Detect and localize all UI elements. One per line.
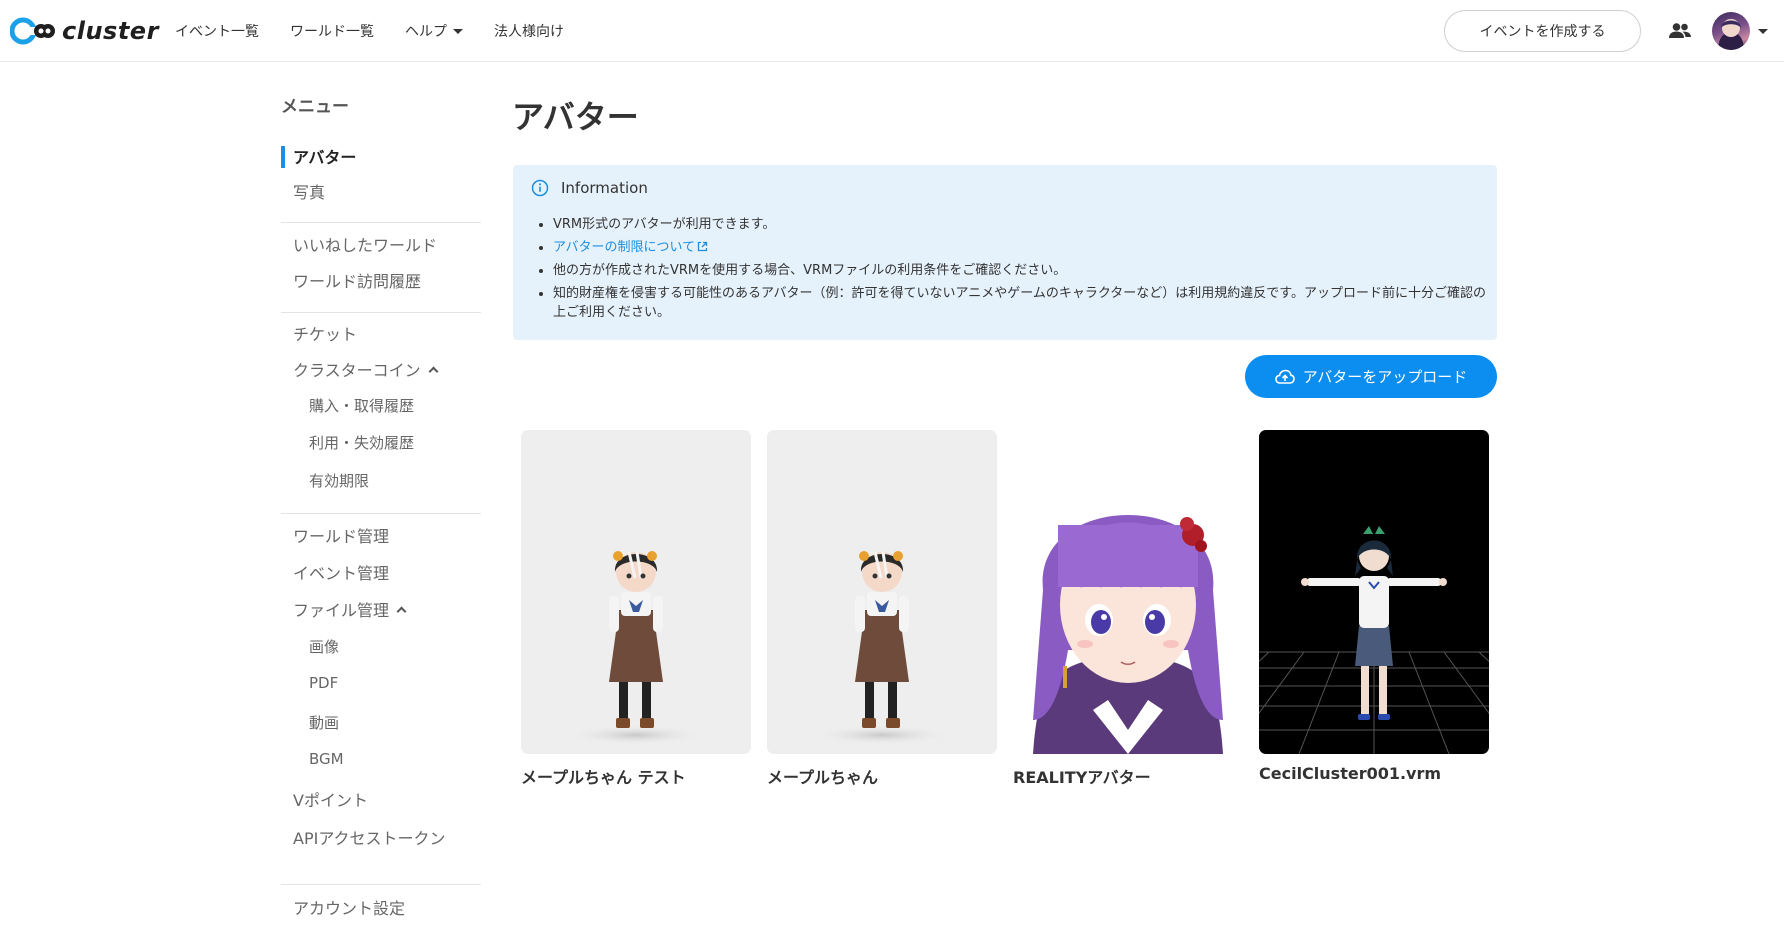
- sidebar-divider: [281, 222, 481, 223]
- sidebar-item-liked-worlds[interactable]: いいねしたワールド: [293, 232, 437, 256]
- nav-help-label: ヘルプ: [405, 24, 447, 40]
- upload-avatar-button[interactable]: アバターをアップロード: [1245, 355, 1497, 398]
- info-header: Information: [531, 179, 648, 197]
- nav-help[interactable]: ヘルプ: [405, 21, 463, 41]
- sidebar-item-cluster-coin-label: クラスターコイン: [293, 361, 421, 380]
- sidebar-item-photos[interactable]: 写真: [293, 179, 325, 203]
- user-avatar[interactable]: [1712, 12, 1750, 50]
- external-link-icon: [697, 241, 708, 252]
- cluster-logo[interactable]: cluster: [10, 14, 159, 48]
- info-list: VRM形式のアバターが利用できます。 アバターの制限について 他の方が作成された…: [537, 215, 1487, 326]
- cloud-upload-icon: [1274, 369, 1295, 384]
- sidebar-item-world-history[interactable]: ワールド訪問履歴: [293, 268, 421, 292]
- create-event-button[interactable]: イベントを作成する: [1444, 10, 1641, 52]
- sidebar-item-vpoint[interactable]: Vポイント: [293, 787, 368, 811]
- info-icon: [531, 179, 549, 197]
- info-item: アバターの制限について: [537, 238, 1487, 257]
- info-item: VRM形式のアバターが利用できます。: [537, 215, 1487, 234]
- maple-avatar-figure-icon: [812, 551, 952, 745]
- nav-business[interactable]: 法人様向け: [494, 21, 564, 41]
- sidebar-item-account-settings[interactable]: アカウント設定: [293, 895, 405, 919]
- sidebar-item-expiration[interactable]: 有効期限: [309, 470, 369, 491]
- info-box: Information VRM形式のアバターが利用できます。 アバターの制限につ…: [513, 165, 1497, 340]
- top-header: cluster イベント一覧 ワールド一覧 ヘルプ 法人様向け イベントを作成す…: [0, 0, 1784, 62]
- avatar-card[interactable]: メープルちゃん: [767, 430, 997, 788]
- cluster-logo-icon: [10, 17, 55, 45]
- info-item: 他の方が作成されたVRMを使用する場合、VRMファイルの利用条件をご確認ください…: [537, 261, 1487, 280]
- avatar-thumbnail[interactable]: [1013, 430, 1243, 754]
- reality-avatar-portrait-icon: [1033, 515, 1223, 754]
- avatar-face-icon: [1718, 19, 1744, 50]
- sidebar-item-bgm[interactable]: BGM: [309, 750, 344, 768]
- avatar-thumbnail[interactable]: [767, 430, 997, 754]
- sidebar-item-images[interactable]: 画像: [309, 636, 339, 657]
- avatar-thumbnail[interactable]: [521, 430, 751, 754]
- chevron-up-icon: [428, 366, 439, 376]
- chevron-up-icon: [396, 606, 407, 616]
- sidebar-item-videos[interactable]: 動画: [309, 712, 339, 733]
- avatar-caret-icon[interactable]: [1758, 29, 1768, 34]
- avatar-card[interactable]: REALITYアバター: [1013, 430, 1243, 788]
- sidebar-item-purchase-history[interactable]: 購入・取得履歴: [309, 395, 414, 416]
- active-indicator: [281, 146, 285, 168]
- sidebar-divider: [281, 312, 481, 313]
- info-item: 知的財産権を侵害する可能性のあるアバター（例：許可を得ていないアニメやゲームのキ…: [537, 284, 1487, 322]
- sidebar-item-cluster-coin[interactable]: クラスターコイン: [293, 357, 439, 381]
- logo-text: cluster: [62, 17, 159, 45]
- sidebar-item-event-management[interactable]: イベント管理: [293, 560, 389, 584]
- sidebar-divider: [281, 513, 481, 514]
- sidebar-item-pdf[interactable]: PDF: [309, 674, 338, 692]
- avatar-card[interactable]: メープルちゃん テスト: [521, 430, 751, 788]
- sidebar-divider: [281, 884, 481, 885]
- info-heading: Information: [561, 179, 648, 197]
- sidebar-item-tickets[interactable]: チケット: [293, 321, 357, 345]
- caret-down-icon: [453, 28, 463, 34]
- nav-world-list[interactable]: ワールド一覧: [290, 21, 374, 41]
- nav-event-list[interactable]: イベント一覧: [175, 21, 259, 41]
- avatar-name: CecilCluster001.vrm: [1259, 764, 1442, 783]
- sidebar-item-api-token[interactable]: APIアクセストークン: [293, 825, 446, 849]
- avatar-thumbnail[interactable]: [1259, 430, 1489, 754]
- main-nav: イベント一覧 ワールド一覧 ヘルプ 法人様向け: [175, 0, 595, 62]
- avatar-restrictions-link[interactable]: アバターの制限について: [553, 240, 695, 255]
- menu-heading: メニュー: [281, 97, 349, 117]
- maple-avatar-figure-icon: [566, 551, 706, 745]
- friends-icon[interactable]: [1668, 21, 1692, 41]
- avatar-card[interactable]: CecilCluster001.vrm: [1259, 430, 1489, 783]
- page-title: アバター: [512, 98, 639, 136]
- avatar-name: メープルちゃん テスト: [521, 768, 686, 787]
- cecil-avatar-tpose-icon: [1259, 526, 1489, 754]
- sidebar-item-world-management[interactable]: ワールド管理: [293, 523, 389, 547]
- sidebar-item-file-management[interactable]: ファイル管理: [293, 597, 407, 621]
- sidebar-item-usage-history[interactable]: 利用・失効履歴: [309, 432, 414, 453]
- sidebar-item-file-management-label: ファイル管理: [293, 601, 390, 620]
- avatar-name: REALITYアバター: [1013, 768, 1151, 787]
- sidebar-item-avatar[interactable]: アバター: [293, 144, 356, 168]
- avatar-name: メープルちゃん: [767, 768, 879, 787]
- upload-avatar-label: アバターをアップロード: [1302, 368, 1468, 386]
